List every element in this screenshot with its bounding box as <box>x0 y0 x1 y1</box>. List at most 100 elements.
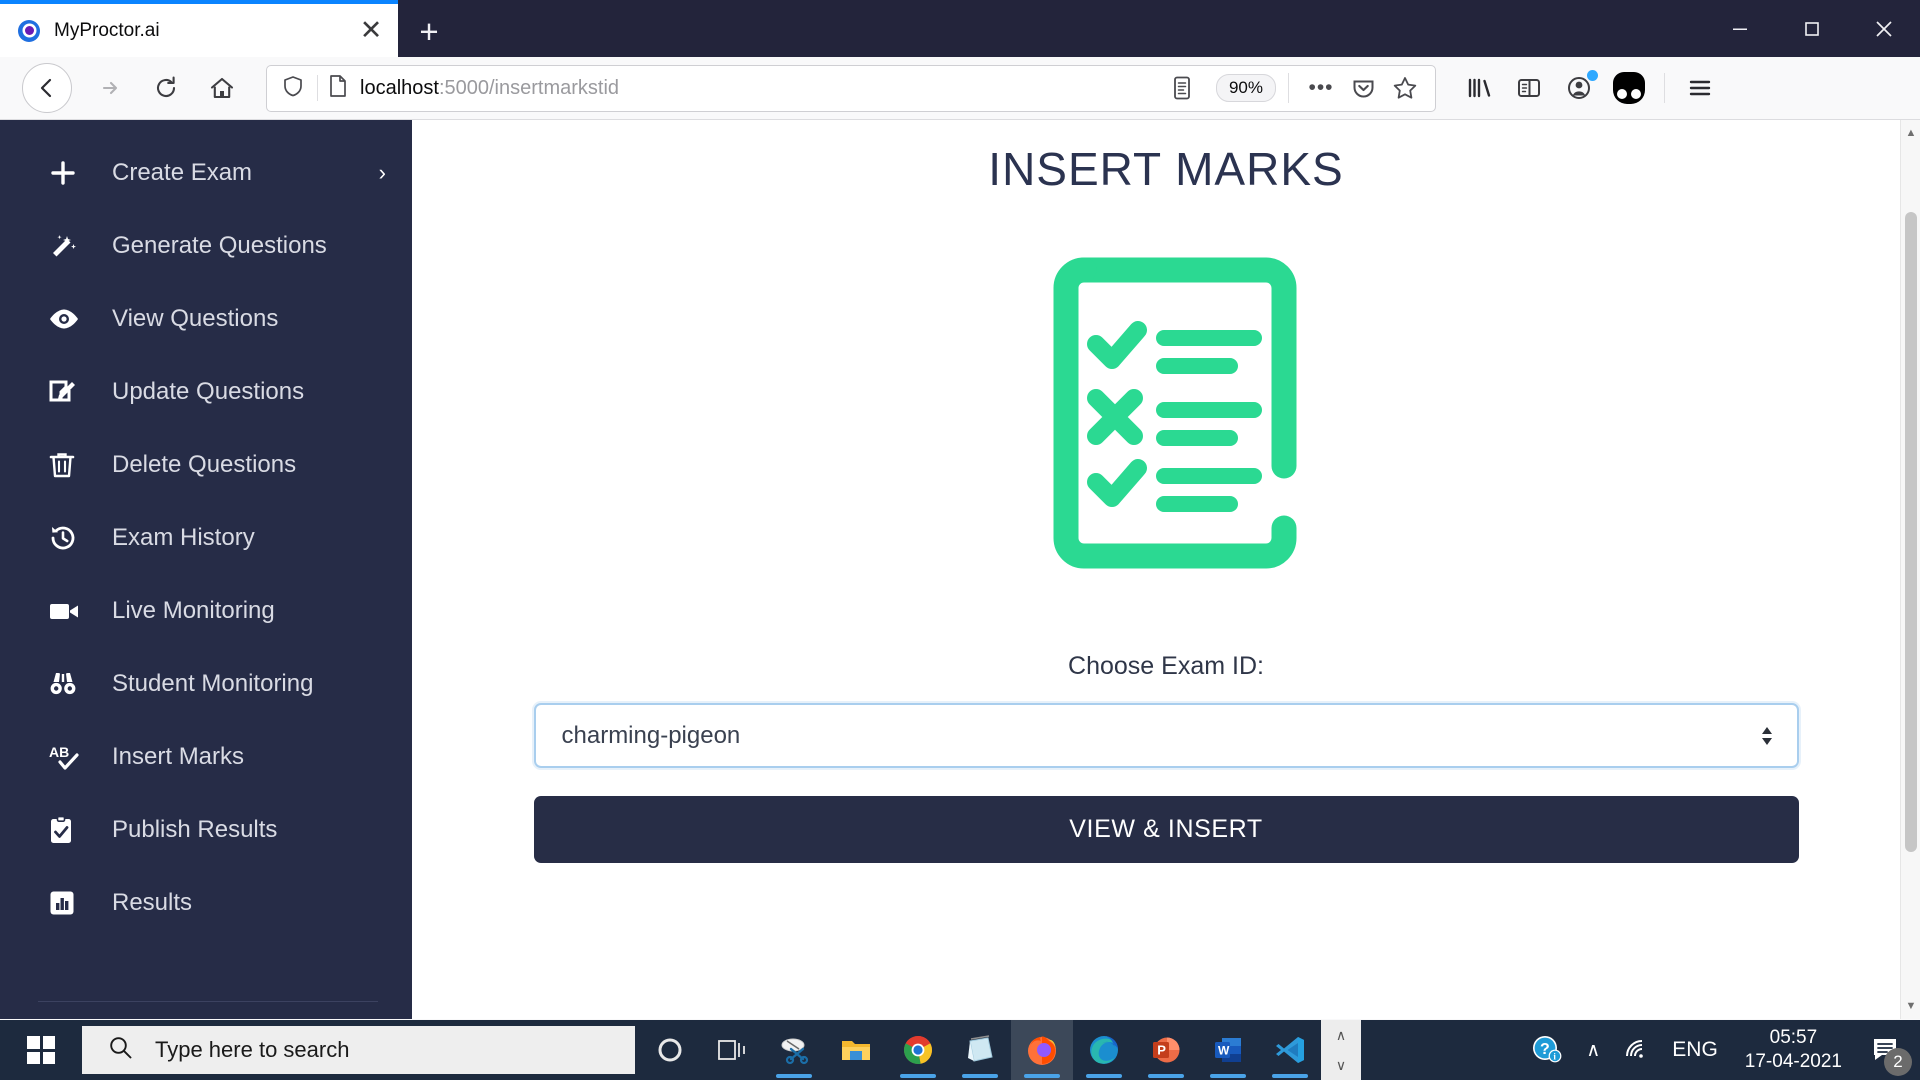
eye-icon <box>48 304 84 334</box>
checklist-illustration <box>412 248 1920 578</box>
account-icon[interactable] <box>1554 66 1604 110</box>
myproctor-favicon <box>18 20 40 42</box>
sidebar-item-label: Results <box>112 889 386 917</box>
sidebar-item-exam-history[interactable]: Exam History <box>0 501 412 574</box>
sidebar-divider <box>38 1001 378 1002</box>
page-title: INSERT MARKS <box>412 142 1920 196</box>
sidebar-item-generate-questions[interactable]: Generate Questions <box>0 209 412 282</box>
notification-center-icon[interactable]: 2 <box>1858 1020 1914 1080</box>
sidebar-item-label: Insert Marks <box>112 743 386 771</box>
minimize-icon[interactable] <box>1704 0 1776 57</box>
scroll-up-icon[interactable]: ∧ <box>1336 1027 1346 1044</box>
running-indicator <box>962 1074 998 1078</box>
svg-text:P: P <box>1157 1043 1166 1058</box>
sidebar-item-live-monitoring[interactable]: Live Monitoring <box>0 574 412 647</box>
app-menu-icon[interactable] <box>1675 66 1725 110</box>
sticky-notes-icon[interactable] <box>949 1020 1011 1080</box>
sidebar-item-label: View Questions <box>112 305 386 333</box>
running-indicator <box>1148 1074 1184 1078</box>
sidebar-icon[interactable] <box>1504 66 1554 110</box>
scroll-down-arrow-icon[interactable]: ▼ <box>1901 995 1920 1017</box>
firefox-account-blob-icon[interactable] <box>1604 66 1654 110</box>
bar-chart-icon <box>48 889 84 917</box>
zoom-level-badge[interactable]: 90% <box>1216 74 1276 102</box>
chevron-updown-icon <box>1759 723 1775 749</box>
url-host: localhost <box>360 77 439 99</box>
vscode-icon[interactable] <box>1259 1020 1321 1080</box>
running-indicator <box>1024 1074 1060 1078</box>
sidebar-item-view-questions[interactable]: View Questions <box>0 282 412 355</box>
cortana-icon[interactable] <box>639 1020 701 1080</box>
taskbar-search-box[interactable]: Type here to search <box>82 1026 635 1074</box>
taskbar-overflow-scroll[interactable]: ∧ ∨ <box>1321 1020 1361 1080</box>
sidebar-item-publish-results[interactable]: Publish Results <box>0 793 412 866</box>
firefox-icon[interactable] <box>1011 1020 1073 1080</box>
help-question-icon[interactable]: ? i <box>1519 1020 1575 1080</box>
tab-strip-background <box>398 0 1920 57</box>
scroll-up-arrow-icon[interactable]: ▲ <box>1901 122 1920 144</box>
notification-count-badge: 2 <box>1884 1048 1912 1076</box>
tab-title: MyProctor.ai <box>54 20 354 42</box>
page-document-icon <box>327 74 349 103</box>
scroll-down-icon[interactable]: ∨ <box>1336 1057 1346 1074</box>
video-camera-icon <box>48 599 84 623</box>
svg-text:AB: AB <box>49 744 69 760</box>
sidebar-item-insert-marks[interactable]: AB Insert Marks <box>0 720 412 793</box>
back-icon[interactable] <box>22 63 72 113</box>
wifi-icon[interactable] <box>1611 1020 1661 1080</box>
shield-icon <box>281 74 305 103</box>
svg-text:W: W <box>1218 1044 1230 1058</box>
tray-expand-chevron-icon[interactable]: ∧ <box>1575 1020 1611 1080</box>
main-content: INSERT MARKS <box>412 120 1920 1019</box>
close-icon[interactable]: ✕ <box>354 14 388 48</box>
sidebar-item-label: Publish Results <box>112 816 386 844</box>
browser-tab[interactable]: MyProctor.ai ✕ <box>0 4 398 57</box>
account-notification-dot <box>1587 70 1598 81</box>
library-icon[interactable] <box>1454 66 1504 110</box>
toolbar-right-icons <box>1454 66 1725 110</box>
page-scrollbar[interactable]: ▲ ▼ <box>1900 120 1920 1019</box>
reload-icon[interactable] <box>142 64 190 112</box>
trash-icon <box>48 450 84 480</box>
sidebar-item-label: Exam History <box>112 524 386 552</box>
maximize-icon[interactable] <box>1776 0 1848 57</box>
bookmark-star-icon[interactable] <box>1385 68 1425 108</box>
magic-wand-icon <box>48 231 84 261</box>
plus-icon <box>48 158 84 188</box>
running-indicator <box>1210 1074 1246 1078</box>
language-indicator[interactable]: ENG <box>1661 1020 1729 1080</box>
navigation-toolbar: localhost:5000/insertmarkstid 90% ••• <box>0 57 1920 120</box>
page-actions-icon[interactable]: ••• <box>1301 68 1341 108</box>
running-indicator <box>776 1074 812 1078</box>
binoculars-icon <box>48 669 84 699</box>
sidebar-item-update-questions[interactable]: Update Questions <box>0 355 412 428</box>
exam-id-select[interactable]: charming-pigeon <box>534 703 1799 768</box>
exam-id-label: Choose Exam ID: <box>534 652 1799 681</box>
chrome-icon[interactable] <box>887 1020 949 1080</box>
home-icon[interactable] <box>198 64 246 112</box>
word-icon[interactable]: W <box>1197 1020 1259 1080</box>
scrollbar-thumb[interactable] <box>1905 212 1917 852</box>
search-icon <box>108 1035 133 1065</box>
sidebar-item-results[interactable]: Results <box>0 866 412 939</box>
windows-taskbar: Type here to search <box>0 1020 1920 1080</box>
sidebar-item-delete-questions[interactable]: Delete Questions <box>0 428 412 501</box>
edge-icon[interactable] <box>1073 1020 1135 1080</box>
sidebar-item-label: Update Questions <box>112 378 386 406</box>
task-view-icon[interactable] <box>701 1020 763 1080</box>
sidebar-item-create-exam[interactable]: Create Exam › <box>0 136 412 209</box>
running-indicator <box>1272 1074 1308 1078</box>
powerpoint-icon[interactable]: P <box>1135 1020 1197 1080</box>
address-bar[interactable]: localhost:5000/insertmarkstid 90% ••• <box>266 65 1436 112</box>
firefox-window: MyProctor.ai ✕ + <box>0 0 1920 1020</box>
file-explorer-icon[interactable] <box>825 1020 887 1080</box>
close-window-icon[interactable] <box>1848 0 1920 57</box>
new-tab-button[interactable]: + <box>408 10 450 52</box>
reader-mode-icon[interactable] <box>1162 68 1202 108</box>
pocket-icon[interactable] <box>1343 68 1383 108</box>
snipping-tool-icon[interactable] <box>763 1020 825 1080</box>
start-button[interactable] <box>0 1020 82 1080</box>
sidebar-item-student-monitoring[interactable]: Student Monitoring <box>0 647 412 720</box>
clock[interactable]: 05:57 17-04-2021 <box>1729 1026 1858 1074</box>
view-and-insert-button[interactable]: VIEW & INSERT <box>534 796 1799 863</box>
